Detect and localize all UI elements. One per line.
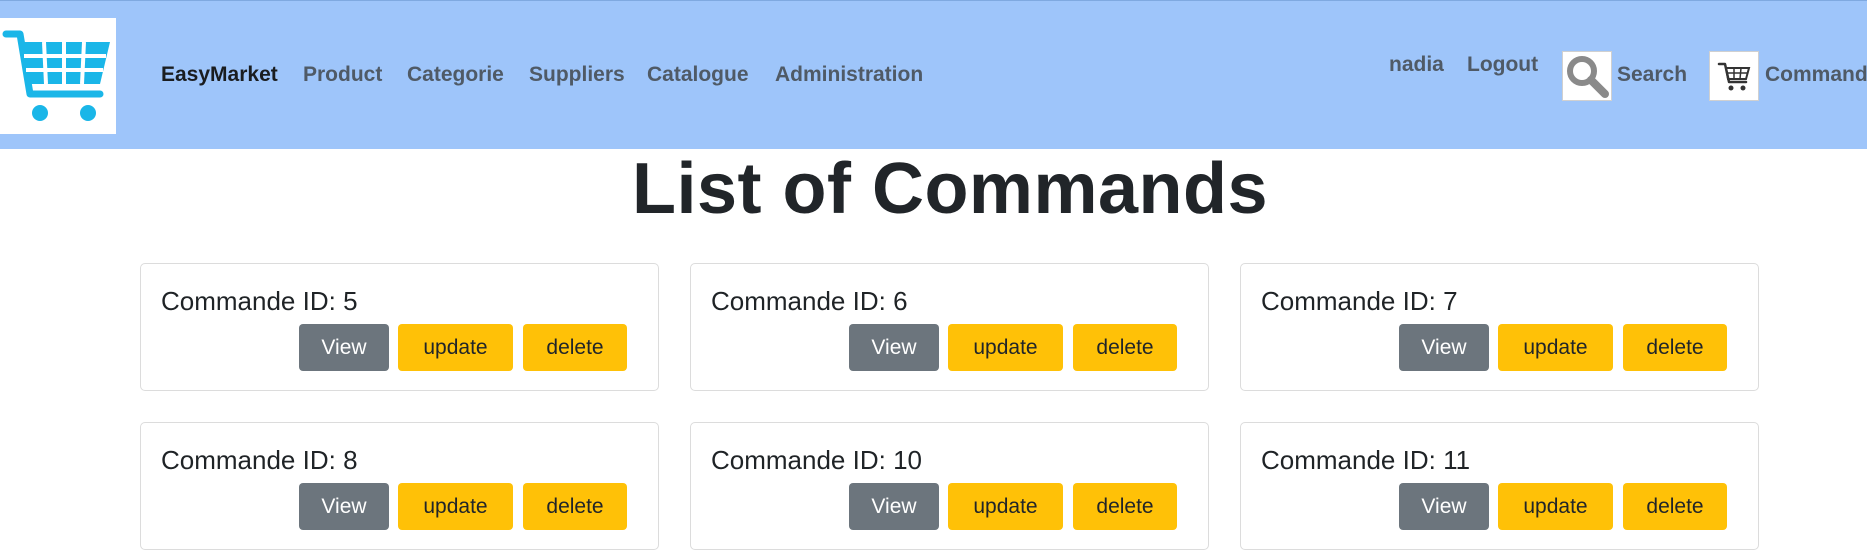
command-card: Commande ID: 11 View update delete [1240,422,1759,550]
command-card: Commande ID: 6 View update delete [690,263,1209,391]
view-button[interactable]: View [849,483,939,530]
navbar: EasyMarket Product Categorie Suppliers C… [0,0,1867,149]
user-name[interactable]: nadia [1389,53,1444,77]
command-card: Commande ID: 5 View update delete [140,263,659,391]
view-button[interactable]: View [299,324,389,371]
nav-catalogue[interactable]: Catalogue [647,63,749,87]
update-button[interactable]: update [1498,324,1613,371]
view-button[interactable]: View [1399,483,1489,530]
command-title: Commande ID: 7 [1261,286,1458,316]
delete-button[interactable]: delete [1623,483,1727,530]
nav-administration[interactable]: Administration [775,63,923,87]
update-button[interactable]: update [948,324,1063,371]
command-card: Commande ID: 7 View update delete [1240,263,1759,391]
commands-link[interactable]: Commande [1765,63,1867,87]
nav-product[interactable]: Product [303,63,382,87]
nav-categorie[interactable]: Categorie [407,63,504,87]
cart-logo-icon[interactable] [0,18,116,134]
command-title: Commande ID: 6 [711,286,908,316]
view-button[interactable]: View [849,324,939,371]
view-button[interactable]: View [299,483,389,530]
command-title: Commande ID: 8 [161,445,358,475]
search-icon[interactable] [1562,51,1612,101]
command-title: Commande ID: 5 [161,286,358,316]
update-button[interactable]: update [398,483,513,530]
command-title: Commande ID: 11 [1261,445,1471,475]
logout-link[interactable]: Logout [1467,53,1538,77]
page-title: List of Commands [631,149,1269,229]
shopping-cart-icon[interactable] [1709,51,1759,101]
delete-button[interactable]: delete [1623,324,1727,371]
delete-button[interactable]: delete [1073,324,1177,371]
update-button[interactable]: update [398,324,513,371]
delete-button[interactable]: delete [1073,483,1177,530]
search-link[interactable]: Search [1617,63,1687,87]
command-card: Commande ID: 10 View update delete [690,422,1209,550]
view-button[interactable]: View [1399,324,1489,371]
command-title: Commande ID: 10 [711,445,922,475]
delete-button[interactable]: delete [523,324,627,371]
brand-link[interactable]: EasyMarket [161,63,278,87]
command-card: Commande ID: 8 View update delete [140,422,659,550]
update-button[interactable]: update [948,483,1063,530]
nav-suppliers[interactable]: Suppliers [529,63,625,87]
delete-button[interactable]: delete [523,483,627,530]
update-button[interactable]: update [1498,483,1613,530]
